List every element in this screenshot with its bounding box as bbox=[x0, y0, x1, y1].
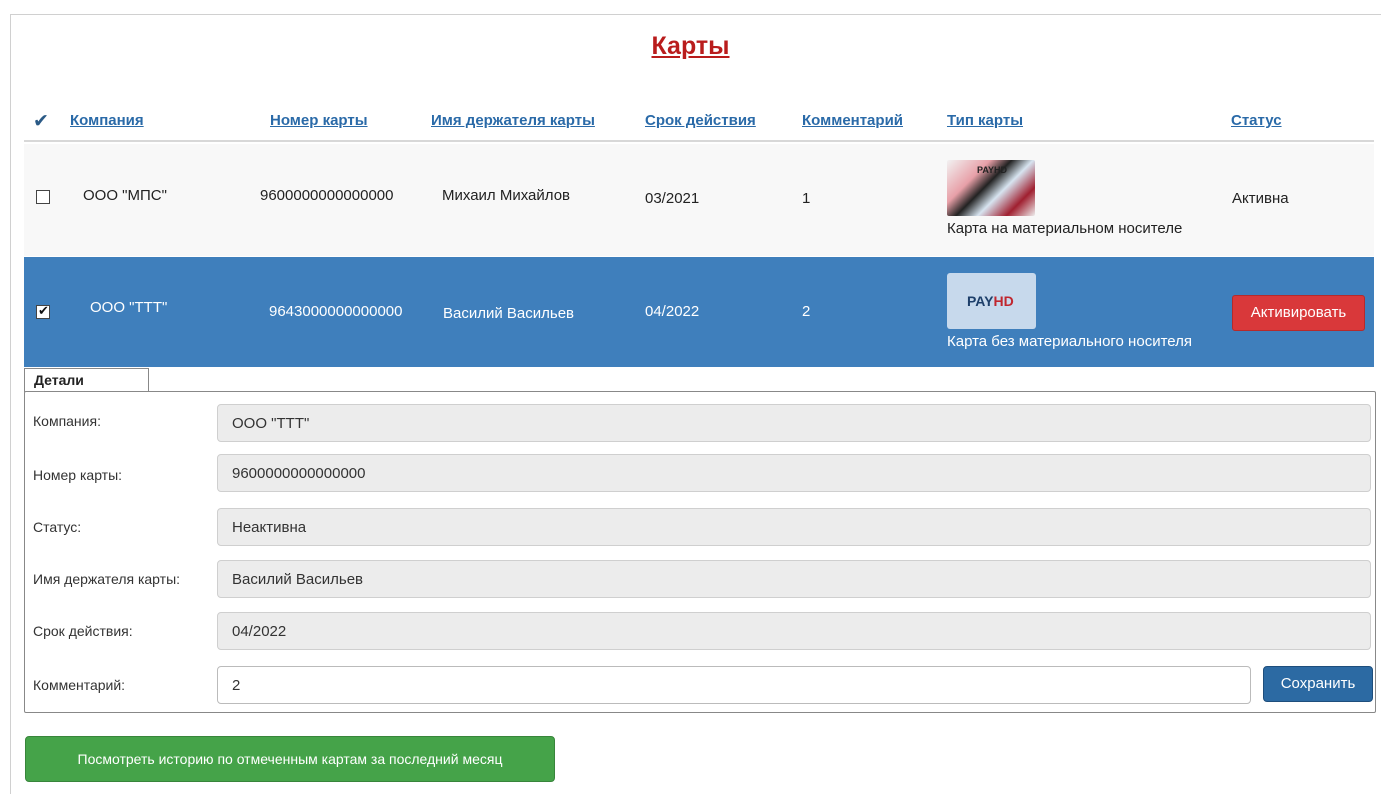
row-holder: Михаил Михайлов bbox=[442, 187, 571, 204]
column-card-number[interactable]: Номер карты bbox=[270, 112, 368, 129]
row-comment: 1 bbox=[802, 190, 811, 207]
details-panel: Компания: ООО "ТТТ" Номер карты: 9600000… bbox=[24, 391, 1376, 713]
card-number-label: Номер карты: bbox=[33, 467, 123, 483]
column-status[interactable]: Статус bbox=[1231, 112, 1282, 129]
row-company: ООО "МПС" bbox=[83, 187, 167, 204]
row-expiry: 03/2021 bbox=[645, 190, 700, 207]
row-card-number: 9643000000000000 bbox=[269, 303, 403, 320]
company-field: ООО "ТТТ" bbox=[217, 404, 1371, 442]
activate-button[interactable]: Активировать bbox=[1232, 295, 1365, 331]
row-company: ООО "ТТТ" bbox=[90, 299, 168, 316]
status-label: Статус: bbox=[33, 519, 82, 535]
column-holder[interactable]: Имя держателя карты bbox=[431, 112, 595, 129]
table-header: ✔ Компания Номер карты Имя держателя кар… bbox=[24, 100, 1374, 142]
comment-input[interactable]: 2 bbox=[217, 666, 1251, 704]
status-field: Неактивна bbox=[217, 508, 1371, 546]
row-card-number: 9600000000000000 bbox=[260, 187, 394, 204]
column-expiry[interactable]: Срок действия bbox=[645, 112, 756, 129]
row-expiry: 04/2022 bbox=[645, 303, 700, 320]
card-logo: PAYHD bbox=[967, 293, 1014, 309]
card-logo: PAYHD bbox=[977, 165, 1008, 175]
company-label: Компания: bbox=[33, 413, 101, 429]
view-history-button[interactable]: Посмотреть историю по отмеченным картам … bbox=[25, 736, 555, 782]
row-card-type: Карта на материальном носителе bbox=[947, 220, 1183, 237]
card-number-field: 9600000000000000 bbox=[217, 454, 1371, 492]
row-card-type: Карта без материального носителя bbox=[947, 333, 1192, 350]
card-image: PAYHD bbox=[947, 273, 1036, 329]
holder-field: Василий Васильев bbox=[217, 560, 1371, 598]
expiry-field: 04/2022 bbox=[217, 612, 1371, 650]
tab-details[interactable]: Детали bbox=[24, 368, 149, 392]
row-checkbox[interactable] bbox=[36, 303, 50, 319]
holder-label: Имя держателя карты: bbox=[33, 571, 181, 587]
row-status: Активна bbox=[1232, 190, 1289, 207]
card-logo-accent: HD bbox=[993, 293, 1014, 309]
expiry-label: Срок действия: bbox=[33, 623, 133, 639]
row-holder: Василий Васильев bbox=[443, 305, 575, 322]
column-card-type[interactable]: Тип карты bbox=[947, 112, 1023, 129]
table-row-selected[interactable]: ООО "ТТТ" 9643000000000000 Василий Васил… bbox=[24, 257, 1374, 367]
row-comment: 2 bbox=[802, 303, 811, 320]
save-button[interactable]: Сохранить bbox=[1263, 666, 1373, 702]
card-logo-text: PAY bbox=[967, 293, 994, 309]
column-comment[interactable]: Комментарий bbox=[802, 112, 903, 129]
column-company[interactable]: Компания bbox=[70, 112, 144, 129]
table-row[interactable]: ООО "МПС" 9600000000000000 Михаил Михайл… bbox=[24, 144, 1374, 256]
row-checkbox[interactable] bbox=[36, 190, 50, 204]
comment-label: Комментарий: bbox=[33, 677, 126, 693]
select-all-check-icon[interactable]: ✔ bbox=[33, 110, 49, 133]
page-title: Карты bbox=[651, 32, 730, 60]
card-image: PAYHD bbox=[947, 160, 1035, 216]
